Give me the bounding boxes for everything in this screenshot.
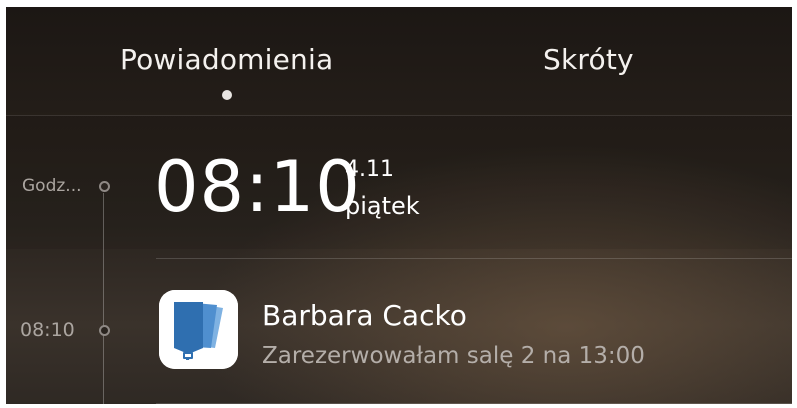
tab-notifications[interactable]: Powiadomienia xyxy=(120,43,333,76)
timeline-label-header: Godz... xyxy=(22,176,82,196)
timeline-line xyxy=(103,193,104,404)
notification-shade: Powiadomienia Skróty Godz... 08:10 08:10… xyxy=(6,7,792,404)
timeline-node-icon xyxy=(99,181,110,192)
blue-cards-app-icon xyxy=(159,290,238,369)
clock-time: 08:10 xyxy=(154,146,361,228)
tab-shortcuts[interactable]: Skróty xyxy=(543,43,634,76)
clock-date: 4.11 xyxy=(345,157,394,182)
notification-title: Barbara Cacko xyxy=(262,299,467,332)
notification-divider xyxy=(156,403,792,404)
clock-weekday: piątek xyxy=(345,192,420,220)
active-tab-indicator xyxy=(222,90,232,100)
tab-bar: Powiadomienia Skróty xyxy=(6,7,792,115)
notification-card[interactable]: Barbara Cacko Zarezerwowałam salę 2 na 1… xyxy=(156,259,792,403)
timeline-label-notification: 08:10 xyxy=(20,319,75,341)
notification-body: Zarezerwowałam salę 2 na 13:00 xyxy=(262,343,645,369)
timeline-node-icon xyxy=(99,325,110,336)
clock-row xyxy=(6,116,792,249)
